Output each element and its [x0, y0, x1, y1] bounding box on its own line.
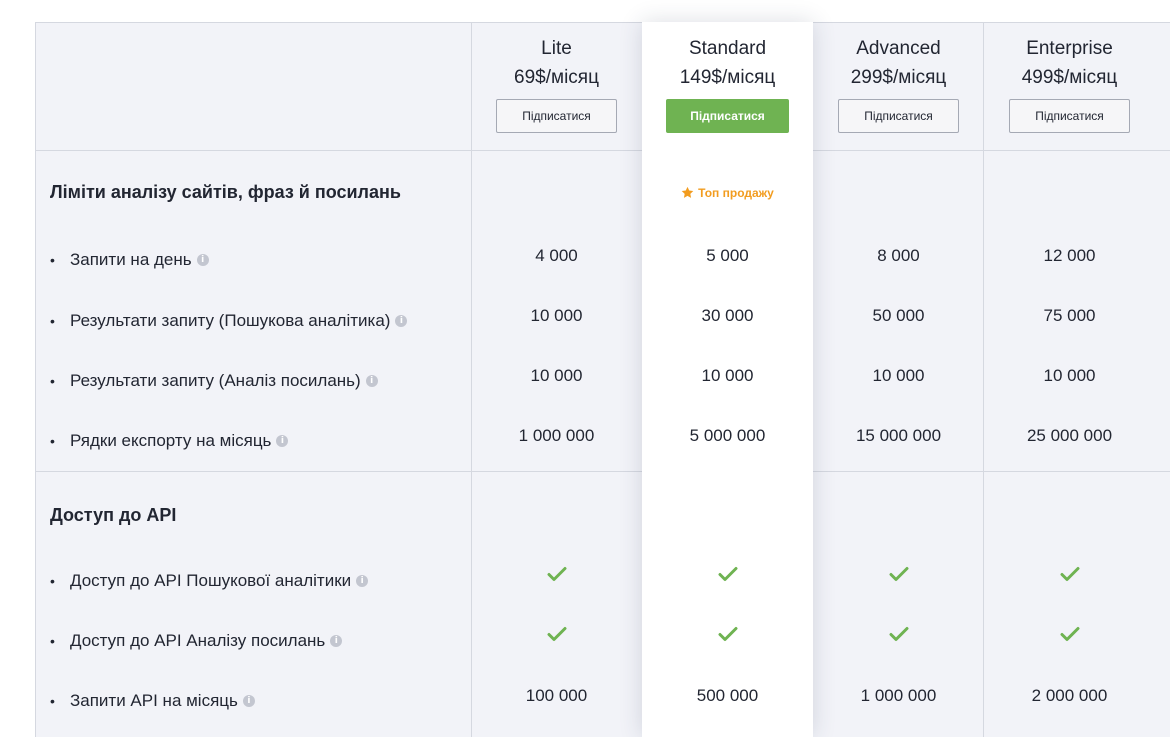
section-title-limits: Ліміти аналізу сайтів, фраз й посилань [50, 182, 401, 202]
check-cell [471, 566, 642, 587]
plan-header-enterprise: Enterprise 499$/місяц Підписатися [984, 23, 1155, 151]
row-label: • Запити API на місяць i [50, 691, 255, 711]
plan-price: 499$/місяц [1021, 67, 1118, 88]
check-cell [984, 626, 1155, 647]
plan-header-advanced: Advanced 299$/місяц Підписатися [813, 23, 984, 151]
bullet: • [50, 373, 55, 389]
value-cell: 10 000 [872, 366, 925, 385]
plan-price: 69$/місяц [514, 67, 599, 88]
subscribe-button-standard[interactable]: Підписатися [666, 99, 789, 133]
plan-price: 299$/місяц [850, 67, 947, 88]
plan-header-standard: Standard 149$/місяц Підписатися [642, 23, 813, 151]
row-label: • Доступ до API Пошукової аналітики i [50, 571, 369, 591]
value-cell: 1 000 000 [860, 686, 937, 705]
info-icon[interactable]: i [242, 695, 255, 707]
plan-header-lite: Lite 69$/місяц Підписатися [471, 23, 642, 151]
value-cell: 100 000 [525, 686, 588, 705]
value-cell: 75 000 [1043, 306, 1096, 325]
section-title-api: Доступ до API [50, 505, 177, 525]
info-icon[interactable]: i [365, 375, 378, 387]
bullet: • [50, 433, 55, 449]
check-cell [813, 626, 984, 647]
check-cell [642, 566, 813, 587]
top-seller-badge: Топ продажу [642, 186, 813, 200]
plan-name: Enterprise [1026, 38, 1113, 59]
pricing-table: Lite 69$/місяц Підписатися Standard 149$… [35, 22, 1170, 737]
info-icon[interactable]: i [356, 575, 369, 587]
value-cell: 5 000 000 [689, 426, 766, 445]
plan-name: Lite [541, 38, 572, 59]
info-icon[interactable]: i [196, 254, 209, 266]
value-cell: 15 000 000 [855, 426, 942, 445]
info-icon[interactable]: i [330, 635, 343, 647]
value-cell: 5 000 [706, 246, 749, 265]
value-cell: 10 000 [530, 306, 583, 325]
row-label: • Рядки експорту на місяць i [50, 431, 289, 451]
check-cell [813, 566, 984, 587]
row-label-text: Запити API на місяць [70, 691, 238, 710]
value-cell: 50 000 [872, 306, 925, 325]
check-cell [984, 566, 1155, 587]
row-label-text: Запити на день [70, 250, 192, 269]
row-label: • Доступ до API Аналізу посилань i [50, 631, 343, 651]
row-label: • Запити на день i [50, 250, 209, 270]
check-icon [1060, 627, 1079, 641]
row-label-text: Результати запиту (Аналіз посилань) [70, 371, 361, 390]
top-seller-label: Топ продажу [698, 186, 774, 200]
value-cell: 1 000 000 [518, 426, 595, 445]
bullet: • [50, 693, 55, 709]
value-cell: 12 000 [1043, 246, 1096, 265]
check-icon [547, 567, 566, 581]
value-cell: 8 000 [877, 246, 920, 265]
value-cell: 4 000 [535, 246, 578, 265]
value-cell: 10 000 [701, 366, 754, 385]
plan-name: Advanced [856, 38, 941, 59]
bullet: • [50, 313, 55, 329]
row-label-text: Доступ до API Пошукової аналітики [70, 571, 352, 590]
value-cell: 10 000 [1043, 366, 1096, 385]
info-icon[interactable]: i [276, 435, 289, 447]
section-divider [36, 471, 1170, 472]
subscribe-button-advanced[interactable]: Підписатися [838, 99, 959, 133]
subscribe-button-enterprise[interactable]: Підписатися [1009, 99, 1130, 133]
check-cell [471, 626, 642, 647]
check-icon [1060, 567, 1079, 581]
row-label-text: Результати запиту (Пошукова аналітика) [70, 311, 391, 330]
bullet: • [50, 573, 55, 589]
row-label: • Результати запиту (Пошукова аналітика) i [50, 311, 408, 331]
check-icon [889, 567, 908, 581]
info-icon[interactable]: i [395, 315, 408, 327]
row-label-text: Рядки експорту на місяць [70, 431, 272, 450]
check-cell [642, 626, 813, 647]
check-icon [718, 567, 737, 581]
plan-name: Standard [688, 38, 767, 59]
subscribe-button-lite[interactable]: Підписатися [496, 99, 617, 133]
value-cell: 10 000 [530, 366, 583, 385]
check-icon [547, 627, 566, 641]
check-icon [889, 627, 908, 641]
check-icon [718, 627, 737, 641]
bullet: • [50, 633, 55, 649]
row-label: • Результати запиту (Аналіз посилань) i [50, 371, 378, 391]
value-cell: 30 000 [701, 306, 754, 325]
value-cell: 2 000 000 [1031, 686, 1108, 705]
row-label-text: Доступ до API Аналізу посилань [70, 631, 326, 650]
value-cell: 500 000 [696, 686, 759, 705]
value-cell: 25 000 000 [1026, 426, 1113, 445]
bullet: • [50, 252, 55, 268]
star-icon [681, 186, 694, 198]
plan-price: 149$/місяц [679, 67, 776, 88]
